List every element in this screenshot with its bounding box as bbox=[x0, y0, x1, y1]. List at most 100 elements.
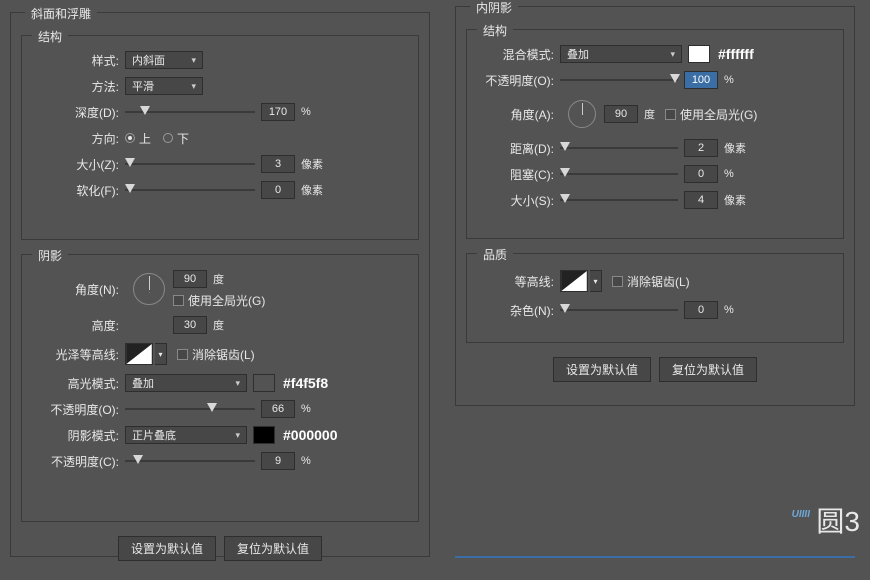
watermark-sub: UIIII bbox=[792, 509, 810, 520]
bevel-emboss-panel: 斜面和浮雕 结构 样式: 内斜面 ▾ 方法: 平滑 ▾ 深度(D): 170 bbox=[10, 12, 430, 557]
depth-unit: % bbox=[301, 106, 311, 118]
style-value: 内斜面 bbox=[132, 52, 165, 68]
method-value: 平滑 bbox=[132, 78, 154, 94]
size-input[interactable]: 3 bbox=[261, 155, 295, 173]
button-row: 设置为默认值 复位为默认值 bbox=[11, 536, 429, 561]
chevron-down-icon: ▾ bbox=[235, 430, 240, 441]
blend-label: 混合模式: bbox=[475, 46, 560, 63]
shadow-opacity-unit: % bbox=[301, 455, 311, 467]
distance-label: 距离(D): bbox=[475, 140, 560, 157]
size-slider[interactable] bbox=[125, 157, 255, 171]
highlight-mode-select[interactable]: 叠加 ▾ bbox=[125, 374, 247, 392]
noise-input[interactable]: 0 bbox=[684, 301, 718, 319]
chevron-down-icon: ▾ bbox=[235, 378, 240, 389]
group-title: 品质 bbox=[477, 246, 513, 263]
noise-unit: % bbox=[724, 304, 734, 316]
opacity-slider[interactable] bbox=[560, 73, 678, 87]
blend-hex: #ffffff bbox=[718, 46, 754, 62]
highlight-opacity-label: 不透明度(O): bbox=[30, 401, 125, 418]
watermark: 圆3 bbox=[816, 500, 860, 540]
global-light-label: 使用全局光(G) bbox=[188, 292, 265, 309]
group-title: 结构 bbox=[32, 28, 68, 45]
method-select[interactable]: 平滑 ▾ bbox=[125, 77, 203, 95]
reset-default-button[interactable]: 复位为默认值 bbox=[659, 357, 757, 382]
soften-slider[interactable] bbox=[125, 183, 255, 197]
size-slider[interactable] bbox=[560, 193, 678, 207]
highlight-color-swatch[interactable] bbox=[253, 374, 275, 392]
noise-slider[interactable] bbox=[560, 303, 678, 317]
structure-group: 结构 样式: 内斜面 ▾ 方法: 平滑 ▾ 深度(D): 170 % bbox=[21, 35, 419, 240]
antialias-checkbox[interactable] bbox=[612, 276, 623, 287]
panel-title: 内阴影 bbox=[470, 0, 518, 16]
size-input[interactable]: 4 bbox=[684, 191, 718, 209]
distance-unit: 像素 bbox=[724, 140, 746, 156]
global-light-label: 使用全局光(G) bbox=[680, 106, 757, 123]
altitude-input[interactable]: 30 bbox=[173, 316, 207, 334]
global-light-checkbox[interactable] bbox=[173, 295, 184, 306]
method-label: 方法: bbox=[30, 78, 125, 95]
depth-input[interactable]: 170 bbox=[261, 103, 295, 121]
shadow-opacity-input[interactable]: 9 bbox=[261, 452, 295, 470]
distance-slider[interactable] bbox=[560, 141, 678, 155]
antialias-checkbox[interactable] bbox=[177, 349, 188, 360]
soften-label: 软化(F): bbox=[30, 182, 125, 199]
choke-slider[interactable] bbox=[560, 167, 678, 181]
shading-group: 阴影 角度(N): · 90 度 使用全局光(G) 高度: 30 bbox=[21, 254, 419, 522]
angle-label: 角度(N): bbox=[30, 281, 125, 298]
shadow-mode-select[interactable]: 正片叠底 ▾ bbox=[125, 426, 247, 444]
panel-underline bbox=[455, 556, 855, 558]
chevron-down-icon: ▾ bbox=[191, 55, 196, 66]
opacity-unit: % bbox=[724, 74, 734, 86]
blend-color-swatch[interactable] bbox=[688, 45, 710, 63]
chevron-down-icon[interactable]: ▾ bbox=[155, 343, 167, 365]
soften-unit: 像素 bbox=[301, 182, 323, 198]
direction-down-radio[interactable] bbox=[163, 133, 173, 143]
global-light-checkbox[interactable] bbox=[665, 109, 676, 120]
choke-input[interactable]: 0 bbox=[684, 165, 718, 183]
highlight-opacity-unit: % bbox=[301, 403, 311, 415]
gloss-contour-picker[interactable] bbox=[125, 343, 153, 365]
group-title: 阴影 bbox=[32, 247, 68, 264]
shadow-opacity-slider[interactable] bbox=[125, 454, 255, 468]
style-select[interactable]: 内斜面 ▾ bbox=[125, 51, 203, 69]
shadow-mode-label: 阴影模式: bbox=[30, 427, 125, 444]
soften-input[interactable]: 0 bbox=[261, 181, 295, 199]
set-default-button[interactable]: 设置为默认值 bbox=[553, 357, 651, 382]
structure-group: 结构 混合模式: 叠加 ▾ #ffffff 不透明度(O): 100 % 角度(… bbox=[466, 29, 844, 239]
highlight-opacity-slider[interactable] bbox=[125, 402, 255, 416]
choke-label: 阻塞(C): bbox=[475, 166, 560, 183]
depth-slider[interactable] bbox=[125, 105, 255, 119]
opacity-label: 不透明度(O): bbox=[475, 72, 560, 89]
set-default-button[interactable]: 设置为默认值 bbox=[118, 536, 216, 561]
choke-unit: % bbox=[724, 168, 734, 180]
opacity-input[interactable]: 100 bbox=[684, 71, 718, 89]
angle-dial[interactable]: · bbox=[133, 273, 165, 305]
antialias-label: 消除锯齿(L) bbox=[192, 346, 255, 363]
size-label: 大小(Z): bbox=[30, 156, 125, 173]
antialias-label: 消除锯齿(L) bbox=[627, 273, 690, 290]
panel-title: 斜面和浮雕 bbox=[25, 5, 97, 22]
inner-shadow-panel: 内阴影 结构 混合模式: 叠加 ▾ #ffffff 不透明度(O): 100 %… bbox=[455, 6, 855, 406]
depth-label: 深度(D): bbox=[30, 104, 125, 121]
highlight-hex: #f4f5f8 bbox=[283, 375, 328, 391]
angle-input[interactable]: 90 bbox=[173, 270, 207, 288]
angle-input[interactable]: 90 bbox=[604, 105, 638, 123]
highlight-opacity-input[interactable]: 66 bbox=[261, 400, 295, 418]
dir-up-label: 上 bbox=[139, 130, 151, 147]
blend-mode-select[interactable]: 叠加 ▾ bbox=[560, 45, 682, 63]
shadow-mode-value: 正片叠底 bbox=[132, 427, 176, 443]
angle-unit: 度 bbox=[644, 106, 655, 122]
shadow-hex: #000000 bbox=[283, 427, 338, 443]
angle-dial[interactable] bbox=[568, 100, 596, 128]
contour-picker[interactable] bbox=[560, 270, 588, 292]
blend-value: 叠加 bbox=[567, 46, 589, 62]
angle-label: 角度(A): bbox=[475, 106, 560, 123]
chevron-down-icon: ▾ bbox=[191, 81, 196, 92]
distance-input[interactable]: 2 bbox=[684, 139, 718, 157]
reset-default-button[interactable]: 复位为默认值 bbox=[224, 536, 322, 561]
chevron-down-icon: ▾ bbox=[670, 49, 675, 60]
direction-up-radio[interactable] bbox=[125, 133, 135, 143]
shadow-color-swatch[interactable] bbox=[253, 426, 275, 444]
size-label: 大小(S): bbox=[475, 192, 560, 209]
chevron-down-icon[interactable]: ▾ bbox=[590, 270, 602, 292]
